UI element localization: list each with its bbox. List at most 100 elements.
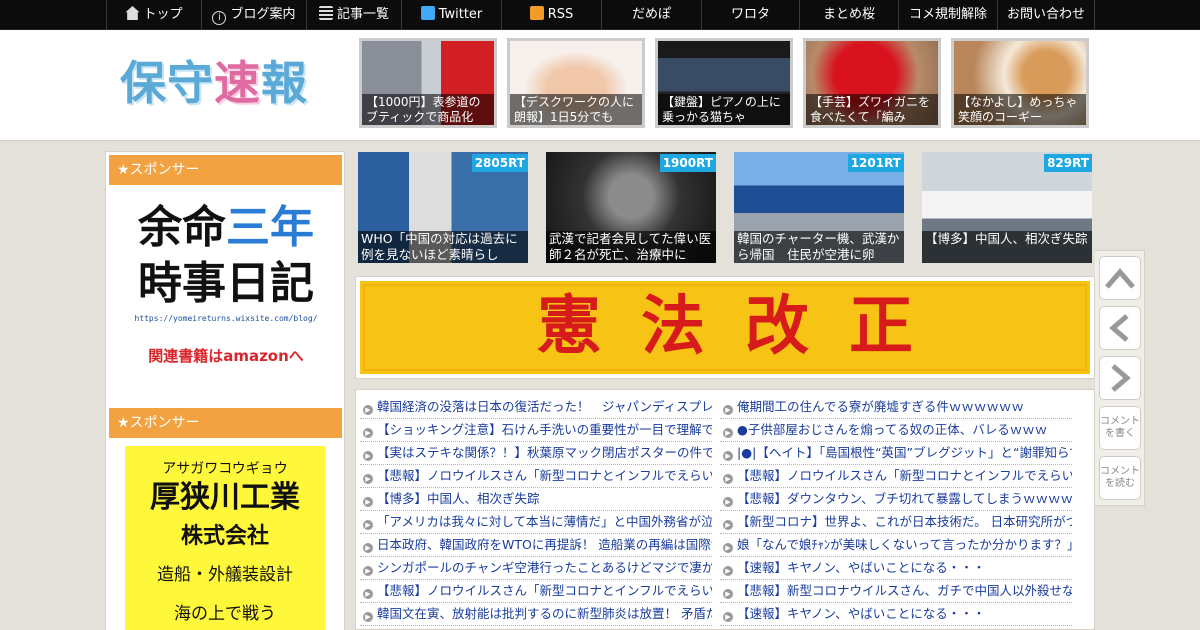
ad-subheadline: 時事日記 [138, 258, 314, 309]
featured-article[interactable]: 1201RT 韓国のチャーター機、武漢から帰国 住民が空港に卵 [734, 152, 904, 263]
chevron-up-icon [1105, 268, 1135, 289]
list-item[interactable]: ▶ ●子供部屋おじさんを煽ってる奴の正体、バレるｗｗｗ [720, 419, 1072, 442]
sponsor-ad-yomei[interactable]: 余命三年 時事日記 https://yomeireturns.wixsite.c… [126, 200, 326, 380]
chevron-left-icon [1109, 314, 1129, 342]
site-logo[interactable]: 保守速報 [120, 52, 330, 122]
nav-item-comment-unblock[interactable]: コメ規制解除 [898, 0, 997, 30]
list-item[interactable]: ▶ 【悲報】新型コロナウイルスさん、ガチで中国人以外殺せない [720, 580, 1072, 603]
header-thumb-article[interactable]: 【なかよし】めっちゃ笑顔のコーギー [951, 38, 1089, 128]
bullet-arrow-icon: ▶ [363, 566, 373, 576]
scroll-top-button[interactable] [1099, 256, 1141, 300]
list-item[interactable]: ▶ 【実はステキな関係？！】秋葉原マック閉店ポスターの件でマ [360, 442, 712, 465]
bullet-arrow-icon: ▶ [363, 428, 373, 438]
featured-caption: 韓国のチャーター機、武漢から帰国 住民が空港に卵 [734, 231, 904, 263]
list-item[interactable]: ▶ 【悲報】ノロウイルスさん「新型コロナとインフルでえらい盛 [720, 465, 1072, 488]
list-item[interactable]: ▶ 【博多】中国人、相次ぎ失踪 [360, 488, 712, 511]
list-item[interactable]: ▶ シンガポールのチャンギ空港行ったことあるけどマジで凄かっ [360, 557, 712, 580]
bullet-arrow-icon: ▶ [723, 566, 733, 576]
nav-item-rss[interactable]: RSS [501, 0, 601, 30]
bullet-arrow-icon: ▶ [723, 589, 733, 599]
bullet-arrow-icon: ▶ [363, 497, 373, 507]
list-item[interactable]: ▶ 【悲報】ノロウイルスさん「新型コロナとインフルでえらい盛 [360, 465, 712, 488]
header-thumb-caption: 【デスクワークの人に朗報】1日5分でも [510, 94, 642, 125]
bullet-arrow-icon: ▶ [723, 428, 733, 438]
bullet-arrow-icon: ▶ [363, 474, 373, 484]
bullet-arrow-icon: ▶ [723, 543, 733, 553]
constitution-banner[interactable]: 憲法改正 [360, 281, 1090, 374]
header-thumb-article[interactable]: 【手芸】ズワイガニを食べたくて「編み [803, 38, 941, 128]
header-thumb-caption: 【なかよし】めっちゃ笑顔のコーギー [954, 94, 1086, 125]
top-navigation: トップ i ブログ案内 記事一覧 Twitter RSS だめぽ ワロタ まとめ桜… [0, 0, 1200, 30]
bullet-arrow-icon: ▶ [723, 451, 733, 461]
list-icon [318, 6, 333, 20]
read-comments-button[interactable]: コメントを読む [1099, 456, 1141, 500]
twitter-icon [420, 6, 435, 20]
list-item[interactable]: ▶ 俺期間工の住んでる寮が廃墟すぎる件ｗｗｗｗｗｗ [720, 396, 1072, 419]
ad-url: https://yomeireturns.wixsite.com/blog/ [134, 314, 318, 323]
list-item[interactable]: ▶ 【悲報】ノロウイルスさん「新型コロナとインフルでえらい盛 [360, 580, 712, 603]
write-comment-button[interactable]: コメントを書く [1099, 406, 1141, 450]
sponsor-ad-asagawa[interactable]: アサガワコウギョウ 厚狭川工業 株式会社 造船・外艤装設計 海の上で戦う [125, 446, 325, 630]
nav-item-contact[interactable]: お問い合わせ [997, 0, 1095, 30]
rss-icon [529, 6, 544, 20]
home-icon [125, 6, 140, 20]
list-item[interactable]: ▶ 「アメリカは我々に対して本当に薄情だ」と中国外務省が泣き [360, 511, 712, 534]
featured-article[interactable]: 829RT 【博多】中国人、相次ぎ失踪 [922, 152, 1092, 263]
list-item[interactable]: ▶ 【速報】キヤノン、やばいことになる・・・ [720, 557, 1072, 580]
list-item[interactable]: ▶ 日本政府、韓国政府をWTOに再提訴！ 造船業の再編は国際協 [360, 534, 712, 557]
featured-article[interactable]: 2805RT WHO「中国の対応は過去に例を見ないほど素晴らし [358, 152, 528, 263]
list-item[interactable]: ▶ 【新型コロナ】世界よ、これが日本技術だ。 日本研究所がつい [720, 511, 1072, 534]
list-item[interactable]: ▶ |●|【ヘイト】「島国根性“英国”ブレグジット」と“謝罪知らず [720, 442, 1072, 465]
featured-article[interactable]: 1900RT 武漢で記者会見してた偉い医師２名が死亡、治療中に [546, 152, 716, 263]
bullet-arrow-icon: ▶ [723, 520, 733, 530]
retweet-count-badge: 1900RT [659, 154, 716, 172]
list-item[interactable]: ▶ 【悲報】ダウンタウン、ブチ切れて暴露してしまうｗｗｗｗｗ [720, 488, 1072, 511]
bullet-arrow-icon: ▶ [363, 612, 373, 622]
banner-container: 憲法改正 [355, 276, 1095, 379]
nav-item-article-list[interactable]: 記事一覧 [306, 0, 401, 30]
featured-caption: WHO「中国の対応は過去に例を見ないほど素晴らし [358, 231, 528, 263]
page-tools: コメントを書く コメントを読む [1095, 250, 1145, 506]
next-article-button[interactable] [1099, 356, 1141, 400]
header-thumb-article[interactable]: 【鍵盤】ピアノの上に乗っかる猫ちゃ [655, 38, 793, 128]
bullet-arrow-icon: ▶ [363, 405, 373, 415]
featured-caption: 武漢で記者会見してた偉い医師２名が死亡、治療中に [546, 231, 716, 263]
bullet-arrow-icon: ▶ [723, 405, 733, 415]
retweet-count-badge: 829RT [1044, 154, 1092, 172]
sponsor-heading: ★スポンサー [109, 408, 342, 438]
ad-company-type: 株式会社 [180, 523, 269, 549]
bullet-arrow-icon: ▶ [363, 451, 373, 461]
list-item[interactable]: ▶ 【速報】キヤノン、やばいことになる・・・ [720, 603, 1072, 626]
article-list-left: ▶ 韓国経済の没落は日本の復活だった！ ジャパンディスプレイ ▶ 【ショッキング注意… [360, 396, 712, 626]
list-item[interactable]: ▶ 娘「なんで娘ﾁｬﾝが美味しくないって言ったか分かります？」 [720, 534, 1072, 557]
bullet-arrow-icon: ▶ [723, 474, 733, 484]
ad-amazon-link[interactable]: 関連書籍はamazonへ [126, 345, 326, 366]
retweet-count-badge: 2805RT [471, 154, 528, 172]
site-header: 保守速報 【1000円】表参道のブティックで商品化 【デスクワークの人に朗報】1… [0, 30, 1200, 141]
list-item[interactable]: ▶ 韓国経済の没落は日本の復活だった！ ジャパンディスプレイ [360, 396, 712, 419]
ad-company-name: 厚狭川工業 [150, 480, 300, 515]
nav-item-warota[interactable]: ワロタ [701, 0, 799, 30]
nav-item-top[interactable]: トップ [106, 0, 201, 30]
nav-item-matome-sakura[interactable]: まとめ桜 [799, 0, 898, 30]
chevron-right-icon [1111, 364, 1131, 392]
ad-company-kana: アサガワコウギョウ [162, 461, 288, 477]
nav-item-damepo[interactable]: だめぽ [601, 0, 701, 30]
retweet-count-badge: 1201RT [847, 154, 904, 172]
article-list-box: ▶ 韓国経済の没落は日本の復活だった！ ジャパンディスプレイ ▶ 【ショッキング注意… [355, 389, 1095, 630]
featured-caption: 【博多】中国人、相次ぎ失踪 [922, 231, 1092, 263]
nav-item-blog-guide[interactable]: i ブログ案内 [201, 0, 306, 30]
header-thumb-caption: 【手芸】ズワイガニを食べたくて「編み [806, 94, 938, 125]
previous-article-button[interactable] [1099, 306, 1141, 350]
ad-tagline: 海の上で戦う [174, 604, 276, 624]
list-item[interactable]: ▶ 【ショッキング注意】石けん手洗いの重要性が一目で理解でき [360, 419, 712, 442]
ad-business: 造船・外艤装設計 [157, 565, 293, 585]
header-thumb-article[interactable]: 【デスクワークの人に朗報】1日5分でも [507, 38, 645, 128]
header-thumb-article[interactable]: 【1000円】表参道のブティックで商品化 [359, 38, 497, 128]
article-list-right: ▶ 俺期間工の住んでる寮が廃墟すぎる件ｗｗｗｗｗｗ ▶ ●子供部屋おじさんを煽ってる… [720, 396, 1072, 626]
ad-headline: 余命三年 [138, 202, 314, 253]
list-item[interactable]: ▶ 韓国文在寅、放射能は批判するのに新型肺炎は放置！ 矛盾だら [360, 603, 712, 626]
nav-item-twitter[interactable]: Twitter [401, 0, 501, 30]
bullet-arrow-icon: ▶ [363, 543, 373, 553]
bullet-arrow-icon: ▶ [723, 497, 733, 507]
